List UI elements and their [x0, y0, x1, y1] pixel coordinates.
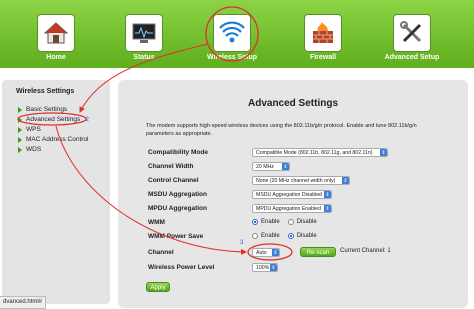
channel-width-label: Channel Width — [148, 163, 194, 170]
page-description: The modem supports high-speed wireless d… — [146, 123, 417, 137]
triangle-bullet-icon — [18, 146, 22, 153]
compatibility-mode-select[interactable]: Compatible Mode (802.11b, 802.11g, and 8… — [252, 148, 388, 157]
monitor-icon — [125, 14, 163, 52]
triangle-bullet-icon — [18, 106, 22, 113]
wireless-power-level-label: Wireless Power Level — [148, 264, 215, 271]
nav-firewall[interactable]: Firewall — [293, 14, 353, 61]
sidebar-title: Wireless Settings — [16, 88, 75, 95]
mpdu-aggregation-label: MPDU Aggregation — [148, 205, 207, 212]
triangle-bullet-icon — [18, 126, 22, 133]
select-arrow-icon: ⇕ — [342, 177, 349, 184]
wmm-enable-radio[interactable] — [252, 219, 258, 225]
wmm-power-save-enable-radio[interactable] — [252, 233, 258, 239]
select-arrow-icon: ⇕ — [324, 191, 331, 198]
apply-button[interactable]: Apply — [146, 282, 170, 292]
browser-status-bar: dvanced.html# — [0, 296, 47, 309]
channel-label: Channel — [148, 249, 174, 256]
sidebar-item-basic-settings[interactable]: Basic Settings — [18, 106, 67, 113]
triangle-bullet-icon — [18, 136, 22, 143]
sidebar-item-mac-address-control[interactable]: MAC Address Control — [18, 136, 89, 143]
tools-icon — [393, 14, 431, 52]
nav-status[interactable]: Status — [114, 14, 174, 61]
wireless-power-level-select[interactable]: 100% ⇕ — [252, 263, 278, 272]
wmm-radio-group: Enable Disable — [252, 219, 317, 225]
annotation-number: 2 — [85, 116, 89, 123]
select-arrow-icon: ⇕ — [324, 205, 331, 212]
advanced-settings-panel: Advanced Settings The modem supports hig… — [118, 80, 468, 308]
page-title: Advanced Settings — [247, 98, 339, 109]
wmm-disable-radio[interactable] — [287, 219, 294, 225]
rescan-button[interactable]: Re-scan — [300, 247, 336, 257]
wmm-label: WMM — [148, 219, 165, 226]
wmm-power-save-disable-radio[interactable] — [287, 233, 294, 239]
compatibility-mode-label: Compatibility Mode — [148, 149, 208, 156]
wmm-power-save-radio-group: Enable Disable — [252, 233, 317, 239]
top-nav-bar: Home Status Wireless Setup Firewall Adva… — [0, 0, 474, 68]
msdu-aggregation-label: MSDU Aggregation — [148, 191, 207, 198]
channel-width-select[interactable]: 20 MHz ⇕ — [252, 162, 290, 171]
wifi-icon — [213, 14, 251, 52]
control-channel-label: Control Channel — [148, 177, 199, 184]
msdu-aggregation-select[interactable]: MSDU Aggregation Disabled ⇕ — [252, 190, 332, 199]
sidebar-item-wps[interactable]: WPS — [18, 126, 41, 133]
select-arrow-icon: ⇕ — [272, 249, 279, 256]
house-icon — [37, 14, 75, 52]
select-arrow-icon: ⇕ — [282, 163, 289, 170]
nav-wireless-setup[interactable]: Wireless Setup — [202, 14, 262, 61]
current-channel-text: Current Channel: 1 — [340, 248, 391, 254]
sidebar: Wireless Settings Basic Settings Advance… — [2, 80, 110, 304]
triangle-bullet-icon — [18, 116, 22, 123]
mpdu-aggregation-select[interactable]: MPDU Aggregation Enabled ⇕ — [252, 204, 332, 213]
sidebar-item-advanced-settings[interactable]: Advanced Settings 2 — [18, 116, 89, 123]
wmm-power-save-label: WMM Power Save — [148, 233, 204, 240]
annotation-number: 3 — [240, 240, 244, 246]
firewall-icon — [304, 14, 342, 52]
sidebar-item-wds[interactable]: WDS — [18, 146, 41, 153]
channel-select[interactable]: Auto ⇕ — [252, 248, 280, 257]
select-arrow-icon: ⇕ — [380, 149, 387, 156]
select-arrow-icon: ⇕ — [270, 264, 277, 271]
nav-home[interactable]: Home — [26, 14, 86, 61]
control-channel-select[interactable]: None (20 MHz channel width only) ⇕ — [252, 176, 350, 185]
nav-advanced-setup[interactable]: Advanced Setup — [382, 14, 442, 61]
